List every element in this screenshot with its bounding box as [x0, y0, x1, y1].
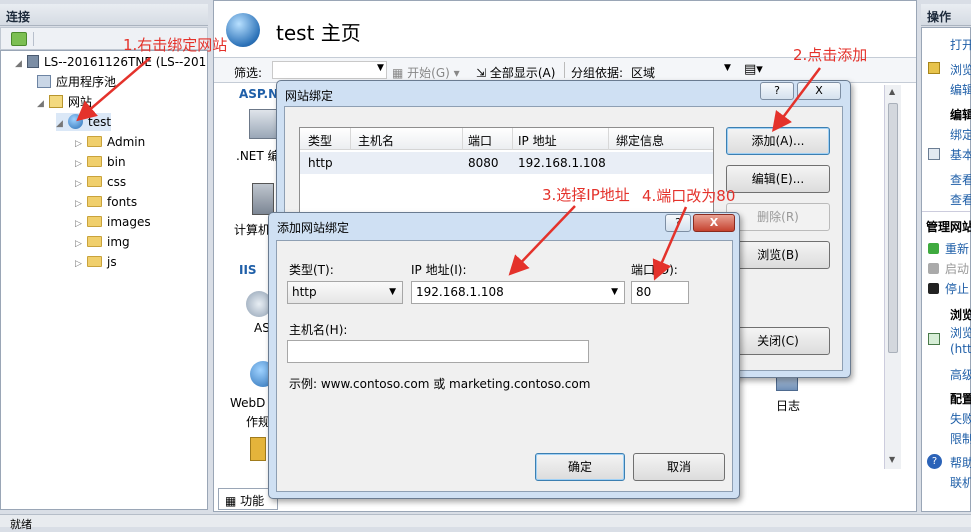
annotation-arrow-1 — [76, 57, 151, 122]
annotation-arrows — [76, 57, 821, 281]
annotation-arrow-4 — [652, 206, 688, 281]
annotation-arrow-2 — [772, 67, 821, 132]
annotation-arrow-3 — [508, 205, 576, 276]
